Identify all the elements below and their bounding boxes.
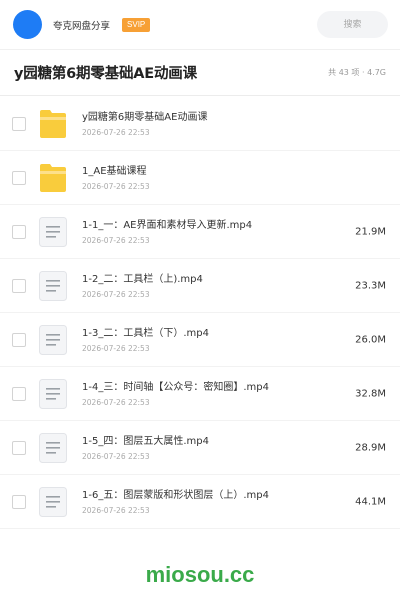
select-checkbox[interactable] bbox=[12, 440, 26, 455]
select-checkbox[interactable] bbox=[12, 332, 26, 347]
file-row[interactable]: 1-2_二：工具栏（上).mp4 2026-07-26 22:53 23.3M bbox=[0, 259, 400, 313]
item-name[interactable]: 1_AE基础课程 bbox=[82, 165, 150, 179]
item-info: 1-2_二：工具栏（上).mp4 2026-07-26 22:53 bbox=[82, 273, 203, 299]
item-date: 2026-07-26 22:53 bbox=[82, 127, 150, 137]
item-size: 32.8M bbox=[355, 388, 386, 399]
select-checkbox[interactable] bbox=[12, 494, 26, 509]
select-checkbox[interactable] bbox=[12, 170, 26, 185]
item-name[interactable]: 1-1_一：AE界面和素材导入更新.mp4 bbox=[82, 219, 252, 233]
file-row[interactable]: 1-1_一：AE界面和素材导入更新.mp4 2026-07-26 22:53 2… bbox=[0, 205, 400, 259]
item-info: 1-6_五：图层蒙版和形状图层（上）.mp4 2026-07-26 22:53 bbox=[82, 489, 269, 515]
select-checkbox[interactable] bbox=[12, 278, 26, 293]
file-icon bbox=[38, 216, 68, 248]
search-input[interactable] bbox=[317, 11, 388, 38]
folder-header: y园糖第6期零基础AE动画课 共 43 项 · 4.7G bbox=[0, 50, 400, 96]
item-date: 2026-07-26 22:53 bbox=[82, 505, 150, 515]
file-row[interactable]: 1-5_四：图层五大属性.mp4 2026-07-26 22:53 28.9M bbox=[0, 421, 400, 475]
item-name[interactable]: 1-4_三：时间轴【公众号：密知圈】.mp4 bbox=[82, 381, 269, 395]
folder-row[interactable]: 1_AE基础课程 2026-07-26 22:53 bbox=[0, 151, 400, 205]
share-owner-name: 夸克网盘分享 bbox=[53, 20, 111, 32]
item-size: 23.3M bbox=[355, 280, 386, 291]
item-name[interactable]: 1-5_四：图层五大属性.mp4 bbox=[82, 435, 209, 449]
page-title: y园糖第6期零基础AE动画课 bbox=[14, 66, 197, 82]
folder-icon bbox=[38, 108, 68, 140]
folder-summary: 共 43 项 · 4.7G bbox=[328, 68, 386, 77]
item-info: y园糖第6期零基础AE动画课 2026-07-26 22:53 bbox=[82, 111, 207, 137]
file-row[interactable]: 1-4_三：时间轴【公众号：密知圈】.mp4 2026-07-26 22:53 … bbox=[0, 367, 400, 421]
item-size: 28.9M bbox=[355, 442, 386, 453]
file-icon bbox=[38, 486, 68, 518]
item-info: 1-3_二：工具栏（下）.mp4 2026-07-26 22:53 bbox=[82, 327, 209, 353]
folder-icon bbox=[38, 162, 68, 194]
select-checkbox[interactable] bbox=[12, 224, 26, 239]
select-checkbox[interactable] bbox=[12, 116, 26, 131]
item-info: 1-5_四：图层五大属性.mp4 2026-07-26 22:53 bbox=[82, 435, 209, 461]
item-info: 1-1_一：AE界面和素材导入更新.mp4 2026-07-26 22:53 bbox=[82, 219, 252, 245]
item-date: 2026-07-26 22:53 bbox=[82, 289, 150, 299]
file-icon bbox=[38, 324, 68, 356]
file-row[interactable]: 1-3_二：工具栏（下）.mp4 2026-07-26 22:53 26.0M bbox=[0, 313, 400, 367]
item-date: 2026-07-26 22:53 bbox=[82, 235, 150, 245]
item-date: 2026-07-26 22:53 bbox=[82, 343, 150, 353]
file-icon bbox=[38, 270, 68, 302]
svip-badge: SVIP bbox=[122, 17, 151, 32]
item-name[interactable]: 1-6_五：图层蒙版和形状图层（上）.mp4 bbox=[82, 489, 269, 503]
item-date: 2026-07-26 22:53 bbox=[82, 451, 150, 461]
select-checkbox[interactable] bbox=[12, 386, 26, 401]
file-icon bbox=[38, 432, 68, 464]
item-date: 2026-07-26 22:53 bbox=[82, 181, 150, 191]
item-name[interactable]: y园糖第6期零基础AE动画课 bbox=[82, 111, 207, 125]
item-name[interactable]: 1-3_二：工具栏（下）.mp4 bbox=[82, 327, 209, 341]
item-date: 2026-07-26 22:53 bbox=[82, 397, 150, 407]
file-row[interactable]: 1-6_五：图层蒙版和形状图层（上）.mp4 2026-07-26 22:53 … bbox=[0, 475, 400, 529]
folder-row[interactable]: y园糖第6期零基础AE动画课 2026-07-26 22:53 bbox=[0, 97, 400, 151]
top-bar: 夸克网盘分享 SVIP bbox=[0, 0, 400, 50]
item-size: 26.0M bbox=[355, 334, 386, 345]
item-info: 1-4_三：时间轴【公众号：密知圈】.mp4 2026-07-26 22:53 bbox=[82, 381, 269, 407]
avatar[interactable] bbox=[13, 10, 42, 39]
file-icon bbox=[38, 378, 68, 410]
file-list: y园糖第6期零基础AE动画课 2026-07-26 22:53 1_AE基础课程… bbox=[0, 96, 400, 529]
watermark: miosou.cc bbox=[145, 562, 255, 587]
item-size: 21.9M bbox=[355, 226, 386, 237]
item-info: 1_AE基础课程 2026-07-26 22:53 bbox=[82, 165, 150, 191]
item-name[interactable]: 1-2_二：工具栏（上).mp4 bbox=[82, 273, 203, 287]
item-size: 44.1M bbox=[355, 496, 386, 507]
